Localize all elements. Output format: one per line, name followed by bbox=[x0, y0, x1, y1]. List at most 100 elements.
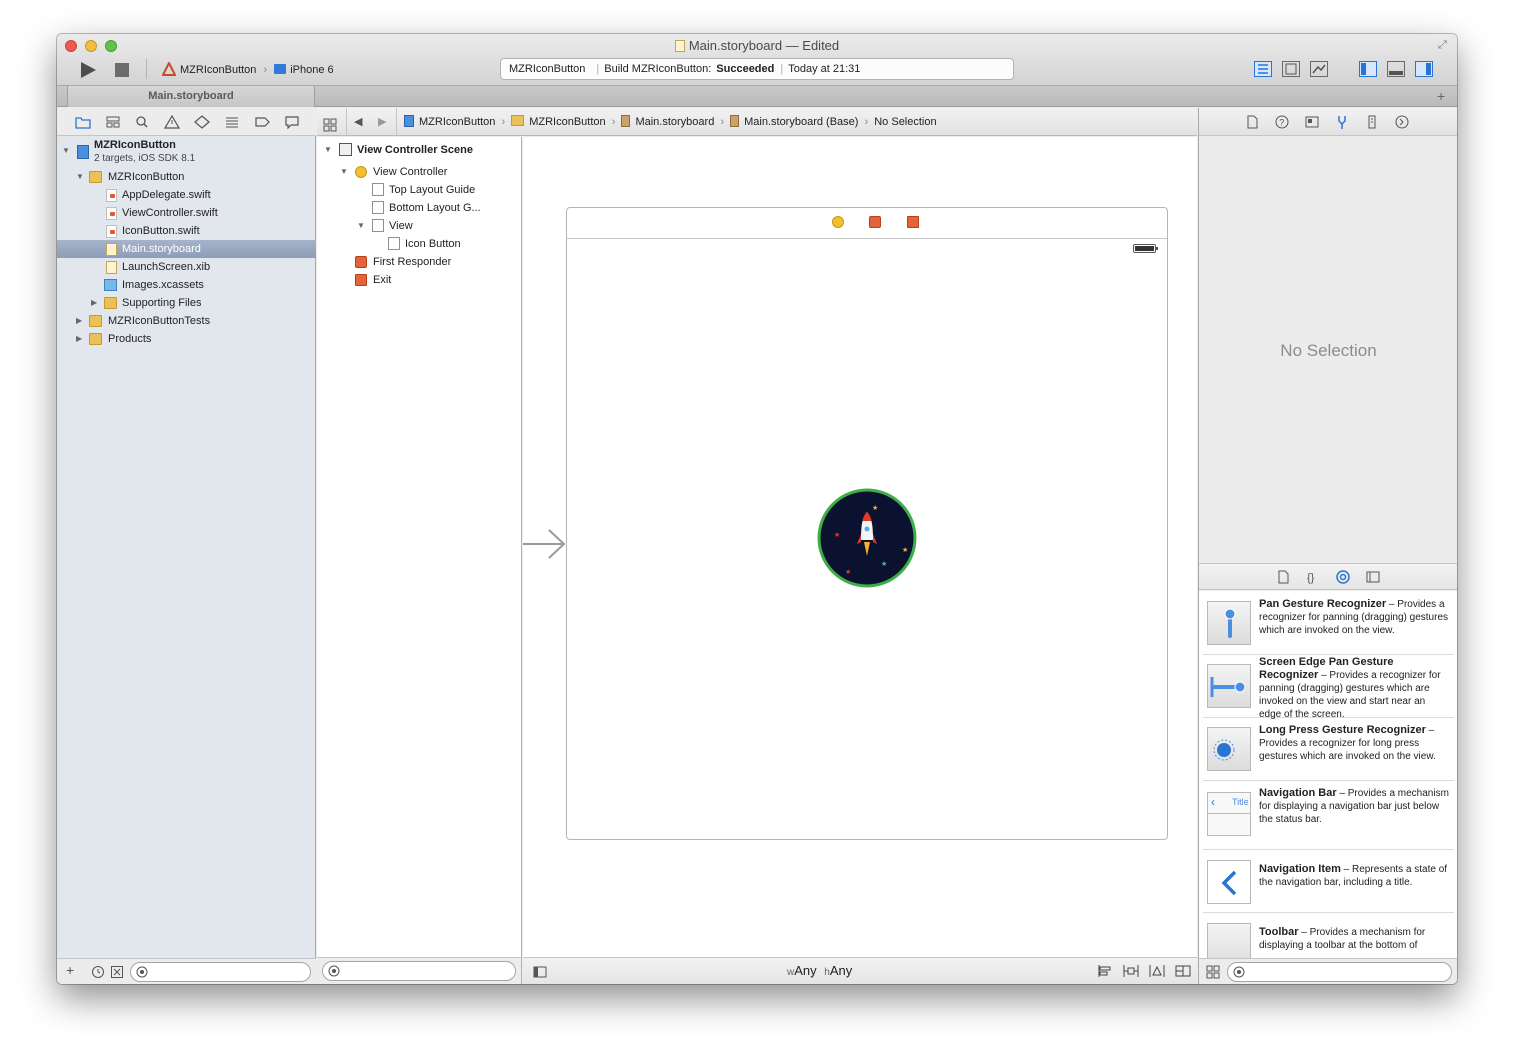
resolve-issues-icon[interactable] bbox=[1149, 964, 1165, 978]
outline-item-top-layout-guide[interactable]: Top Layout Guide bbox=[317, 181, 521, 199]
identity-inspector-icon[interactable] bbox=[1304, 114, 1320, 130]
back-arrow-icon[interactable]: ◀ bbox=[354, 108, 362, 136]
assistant-editor-button[interactable] bbox=[1282, 61, 1300, 77]
library-item-pan-gesture[interactable]: Pan Gesture Recognizer – Provides a reco… bbox=[1203, 593, 1454, 655]
add-file-button[interactable]: + bbox=[66, 962, 74, 978]
outline-label: Top Layout Guide bbox=[389, 184, 476, 196]
run-button[interactable] bbox=[79, 61, 99, 79]
toggle-navigator-button[interactable] bbox=[1359, 61, 1377, 77]
breadcrumb-item-group[interactable]: MZRIconButton bbox=[511, 115, 606, 128]
first-responder-cube-icon bbox=[355, 256, 367, 268]
file-inspector-icon[interactable] bbox=[1244, 114, 1260, 130]
library-item-toolbar[interactable]: Toolbar – Provides a mechanism for displ… bbox=[1203, 914, 1454, 958]
library-item-screen-edge-pan[interactable]: Screen Edge Pan Gesture Recognizer – Pro… bbox=[1203, 656, 1454, 720]
standard-editor-button[interactable] bbox=[1254, 61, 1272, 77]
fullscreen-icon[interactable]: ⤢ bbox=[1438, 39, 1450, 51]
disclosure-open-icon[interactable]: ▼ bbox=[357, 217, 367, 235]
warning-icon[interactable] bbox=[163, 114, 181, 129]
library-item-long-press[interactable]: Long Press Gesture Recognizer – Provides… bbox=[1203, 719, 1454, 781]
nav-item-file[interactable]: ViewController.swift bbox=[57, 204, 316, 222]
disclosure-open-icon[interactable]: ▼ bbox=[62, 146, 72, 155]
stop-button[interactable] bbox=[114, 61, 130, 79]
tab-label: Main.storyboard bbox=[148, 90, 234, 102]
disclosure-open-icon[interactable]: ▼ bbox=[76, 168, 86, 186]
outline-label: Exit bbox=[373, 274, 392, 286]
outline-item-first-responder[interactable]: First Responder bbox=[317, 253, 521, 271]
document-outline: ▼ View Controller Scene ▼ View Controlle… bbox=[317, 137, 522, 957]
size-inspector-icon[interactable] bbox=[1364, 114, 1380, 130]
play-icon bbox=[81, 62, 96, 78]
disclosure-open-icon[interactable]: ▼ bbox=[324, 141, 334, 159]
breadcrumb-item-file[interactable]: Main.storyboard bbox=[621, 115, 714, 128]
outline-item-view[interactable]: ▼ View bbox=[317, 217, 521, 235]
debug-list-icon[interactable] bbox=[224, 115, 240, 129]
pin-icon[interactable] bbox=[1123, 964, 1139, 978]
breadcrumb-item-base[interactable]: Main.storyboard (Base) bbox=[730, 115, 858, 128]
forward-arrow-icon[interactable]: ▶ bbox=[378, 108, 386, 136]
navigator-selector-bar bbox=[57, 108, 316, 136]
folder-icon bbox=[104, 297, 117, 309]
breadcrumb-item-project[interactable]: MZRIconButton bbox=[404, 115, 495, 128]
outline-item-exit[interactable]: Exit bbox=[317, 271, 521, 289]
nav-item-file[interactable]: LaunchScreen.xib bbox=[57, 258, 316, 276]
disclosure-closed-icon[interactable]: ▶ bbox=[76, 330, 86, 348]
nav-item-file[interactable]: AppDelegate.swift bbox=[57, 186, 316, 204]
nav-item-file[interactable]: IconButton.swift bbox=[57, 222, 316, 240]
object-library-list[interactable]: Pan Gesture Recognizer – Provides a reco… bbox=[1199, 591, 1457, 958]
outline-scene-row[interactable]: ▼ View Controller Scene bbox=[317, 141, 521, 159]
nav-item-group[interactable]: ▼ MZRIconButton bbox=[57, 168, 316, 186]
library-item-navigation-item[interactable]: Navigation Item – Represents a state of … bbox=[1203, 851, 1454, 913]
scm-status-icon[interactable] bbox=[110, 965, 124, 982]
media-library-icon[interactable] bbox=[1365, 569, 1381, 585]
outline-item-icon-button[interactable]: Icon Button bbox=[317, 235, 521, 253]
exit-icon[interactable] bbox=[907, 216, 919, 228]
resizing-behavior-icon[interactable] bbox=[1175, 964, 1191, 978]
attributes-inspector-icon[interactable] bbox=[1334, 114, 1350, 130]
test-diamond-icon[interactable] bbox=[194, 115, 210, 129]
battery-icon bbox=[1133, 244, 1158, 253]
toggle-debug-area-button[interactable] bbox=[1387, 61, 1405, 77]
version-editor-button[interactable] bbox=[1310, 61, 1328, 77]
nav-item-file[interactable]: Images.xcassets bbox=[57, 276, 316, 294]
nav-item-file-selected[interactable]: Main.storyboard bbox=[57, 240, 316, 258]
left-panel-icon bbox=[1361, 63, 1366, 75]
disclosure-closed-icon[interactable]: ▶ bbox=[76, 312, 86, 330]
symbol-navigator-icon[interactable] bbox=[105, 115, 121, 129]
first-responder-cube-icon[interactable] bbox=[869, 216, 881, 228]
code-snippet-library-icon[interactable]: {} bbox=[1305, 569, 1321, 585]
library-item-navigation-bar[interactable]: ‹ Title Navigation Bar – Provides a mech… bbox=[1203, 782, 1454, 850]
outline-item-view-controller[interactable]: ▼ View Controller bbox=[317, 163, 521, 181]
outline-item-bottom-layout-guide[interactable]: Bottom Layout G... bbox=[317, 199, 521, 217]
view-controller-scene[interactable]: ★ ★ ★ ★ ★ bbox=[566, 207, 1168, 840]
folder-icon[interactable] bbox=[75, 115, 91, 129]
add-tab-button[interactable]: + bbox=[1437, 88, 1445, 104]
toggle-utilities-button[interactable] bbox=[1415, 61, 1433, 77]
disclosure-closed-icon[interactable]: ▶ bbox=[91, 294, 101, 312]
icon-button[interactable]: ★ ★ ★ ★ ★ bbox=[817, 488, 917, 588]
project-root-row[interactable]: ▼ MZRIconButton 2 targets, iOS SDK 8.1 bbox=[57, 138, 316, 168]
size-class-selector[interactable]: wAny hAny bbox=[787, 963, 852, 978]
tab-main-storyboard[interactable]: Main.storyboard bbox=[67, 86, 315, 107]
disclosure-open-icon[interactable]: ▼ bbox=[340, 163, 350, 181]
scheme-selector[interactable]: MZRIconButton › iPhone 6 bbox=[161, 60, 334, 78]
no-selection-label: No Selection bbox=[1280, 341, 1377, 360]
grid-view-icon[interactable] bbox=[1206, 965, 1220, 979]
recent-files-icon[interactable] bbox=[91, 965, 105, 982]
help-icon[interactable]: ? bbox=[1274, 114, 1290, 130]
search-icon[interactable] bbox=[134, 115, 150, 129]
view-controller-icon[interactable] bbox=[832, 216, 844, 228]
outline-toggle-icon[interactable] bbox=[533, 965, 547, 979]
breakpoint-icon[interactable] bbox=[254, 115, 270, 129]
file-template-library-icon[interactable] bbox=[1275, 569, 1291, 585]
library-filter-input[interactable] bbox=[1227, 962, 1452, 982]
breadcrumb-item-selection[interactable]: No Selection bbox=[874, 116, 936, 128]
outline-filter-input[interactable] bbox=[322, 961, 516, 981]
align-icon[interactable] bbox=[1097, 964, 1113, 978]
nav-item-group[interactable]: ▶ MZRIconButtonTests bbox=[57, 312, 316, 330]
connections-inspector-icon[interactable] bbox=[1394, 114, 1410, 130]
nav-item-group[interactable]: ▶ Supporting Files bbox=[57, 294, 316, 312]
navigator-filter-input[interactable] bbox=[130, 962, 311, 982]
object-library-icon[interactable] bbox=[1335, 569, 1351, 585]
log-speech-icon[interactable] bbox=[284, 115, 300, 130]
nav-item-group[interactable]: ▶ Products bbox=[57, 330, 316, 348]
